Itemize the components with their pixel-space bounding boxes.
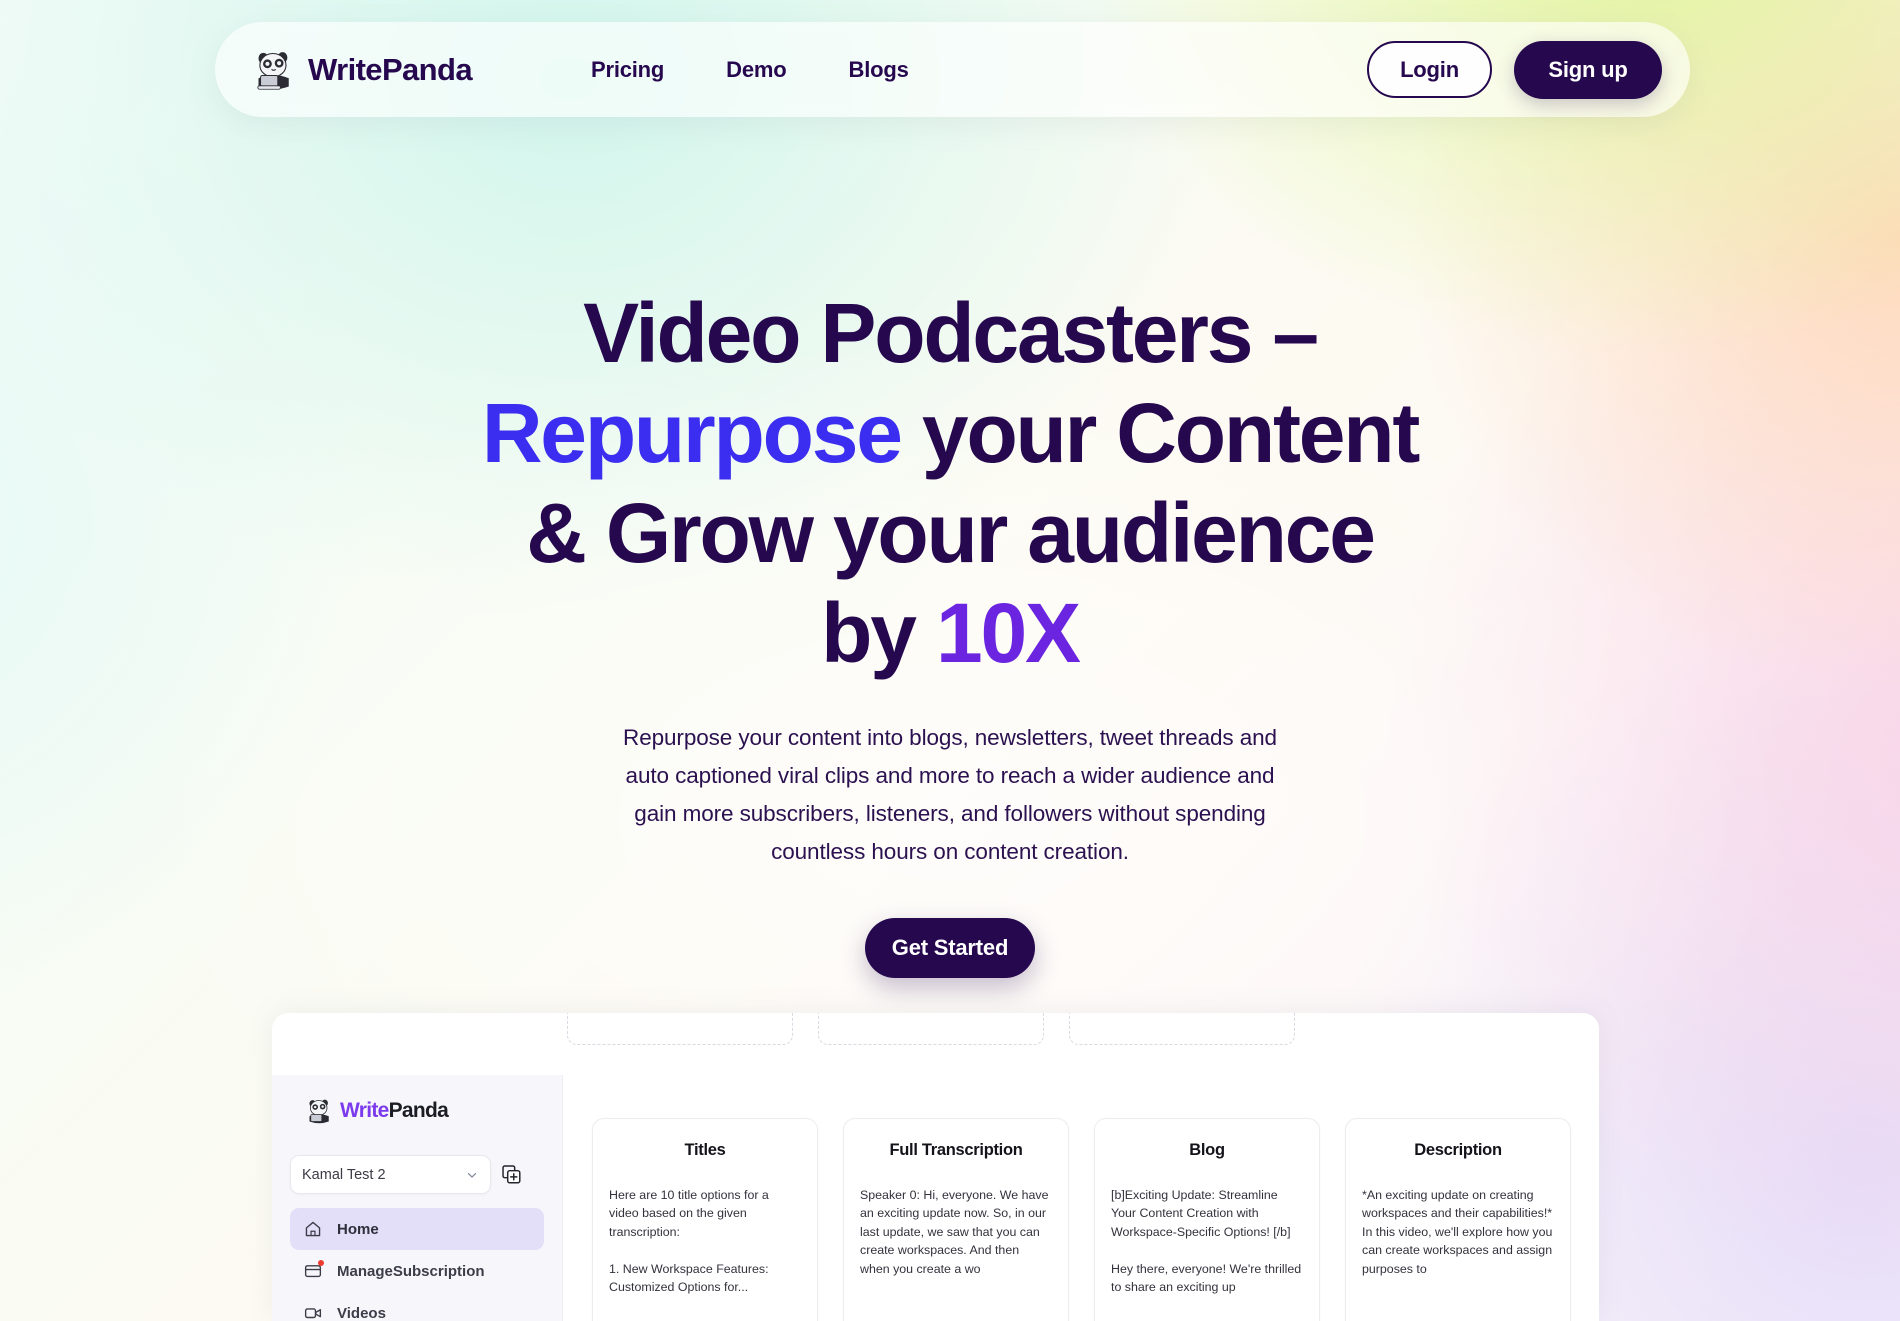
top-navbar: WritePanda Pricing Demo Blogs Login Sign… bbox=[215, 22, 1690, 117]
app-sidebar-nav: Home ManageSubscription Videos bbox=[290, 1208, 544, 1321]
sidebar-item-videos[interactable]: Videos bbox=[290, 1292, 544, 1321]
panda-with-laptop-icon bbox=[306, 1097, 334, 1125]
add-workspace-icon[interactable] bbox=[502, 1165, 521, 1184]
panda-with-laptop-icon bbox=[253, 48, 297, 92]
sidebar-item-label: ManageSubscription bbox=[337, 1262, 485, 1280]
headline-line-1: Video Podcasters – bbox=[583, 286, 1319, 380]
card-titles[interactable]: Titles Here are 10 title options for a v… bbox=[592, 1118, 818, 1321]
nav-link-blogs[interactable]: Blogs bbox=[849, 57, 909, 83]
dropzone[interactable] bbox=[1069, 1013, 1295, 1045]
headline-line-2-rest: your Content bbox=[900, 386, 1420, 480]
app-brand-panda: Panda bbox=[388, 1099, 449, 1122]
dropzone[interactable] bbox=[818, 1013, 1044, 1045]
card-description[interactable]: Description *An exciting update on creat… bbox=[1345, 1118, 1571, 1321]
page-title: Video Podcasters – Repurpose your Conten… bbox=[0, 283, 1900, 683]
brand-logo[interactable]: WritePanda bbox=[253, 48, 473, 92]
headline-line-3: & Grow your audience bbox=[526, 486, 1376, 580]
card-blog[interactable]: Blog [b]Exciting Update: Streamline Your… bbox=[1094, 1118, 1320, 1321]
signup-button[interactable]: Sign up bbox=[1514, 40, 1662, 99]
chevron-down-icon bbox=[465, 1168, 479, 1182]
headline-highlight-10x: 10X bbox=[935, 586, 1081, 680]
sidebar-item-home[interactable]: Home bbox=[290, 1208, 544, 1250]
workspace-row: Kamal Test 2 bbox=[290, 1155, 544, 1194]
card-body: *An exciting update on creating workspac… bbox=[1362, 1188, 1556, 1276]
card-full-transcription[interactable]: Full Transcription Speaker 0: Hi, everyo… bbox=[843, 1118, 1069, 1321]
hero-section: Video Podcasters – Repurpose your Conten… bbox=[0, 283, 1900, 978]
workspace-value: Kamal Test 2 bbox=[302, 1166, 386, 1183]
headline-line-4-prefix: by bbox=[821, 586, 936, 680]
card-title: Description bbox=[1414, 1141, 1502, 1159]
card-body: Speaker 0: Hi, everyone. We have an exci… bbox=[860, 1188, 1052, 1276]
app-sidebar: WritePanda Kamal Test 2 Home ManageSubsc… bbox=[272, 1075, 563, 1321]
dropzone[interactable] bbox=[567, 1013, 793, 1045]
sidebar-item-label: Videos bbox=[337, 1304, 386, 1321]
card-body: [b]Exciting Update: Streamline Your Cont… bbox=[1111, 1188, 1302, 1295]
nav-link-demo[interactable]: Demo bbox=[726, 57, 787, 83]
card-body: Here are 10 title options for a video ba… bbox=[609, 1188, 769, 1295]
card-icon bbox=[304, 1260, 324, 1280]
app-brand-name: WritePanda bbox=[340, 1099, 449, 1123]
app-brand-write: Write bbox=[340, 1099, 389, 1122]
video-camera-icon bbox=[304, 1304, 322, 1321]
login-button[interactable]: Login bbox=[1367, 41, 1492, 98]
upload-dropzones bbox=[567, 1013, 1577, 1045]
get-started-button[interactable]: Get Started bbox=[865, 918, 1035, 978]
nav-actions: Login Sign up bbox=[1367, 40, 1662, 99]
brand-name: WritePanda bbox=[308, 51, 473, 87]
notification-badge bbox=[318, 1260, 324, 1266]
nav-link-pricing[interactable]: Pricing bbox=[591, 57, 664, 83]
nav-links: Pricing Demo Blogs bbox=[591, 57, 909, 83]
card-title: Titles bbox=[684, 1141, 726, 1159]
output-cards: Titles Here are 10 title options for a v… bbox=[592, 1118, 1571, 1321]
sidebar-item-label: Home bbox=[337, 1220, 379, 1238]
app-brand-logo[interactable]: WritePanda bbox=[306, 1097, 544, 1125]
card-title: Full Transcription bbox=[889, 1141, 1023, 1159]
app-preview-panel: WritePanda Kamal Test 2 Home ManageSubsc… bbox=[272, 1013, 1599, 1321]
sidebar-item-manage-subscription[interactable]: ManageSubscription bbox=[290, 1250, 544, 1292]
headline-highlight-repurpose: Repurpose bbox=[481, 386, 903, 480]
home-icon bbox=[304, 1220, 322, 1238]
workspace-select[interactable]: Kamal Test 2 bbox=[290, 1155, 491, 1194]
hero-subtitle: Repurpose your content into blogs, newsl… bbox=[623, 725, 1277, 864]
card-title: Blog bbox=[1189, 1141, 1225, 1159]
